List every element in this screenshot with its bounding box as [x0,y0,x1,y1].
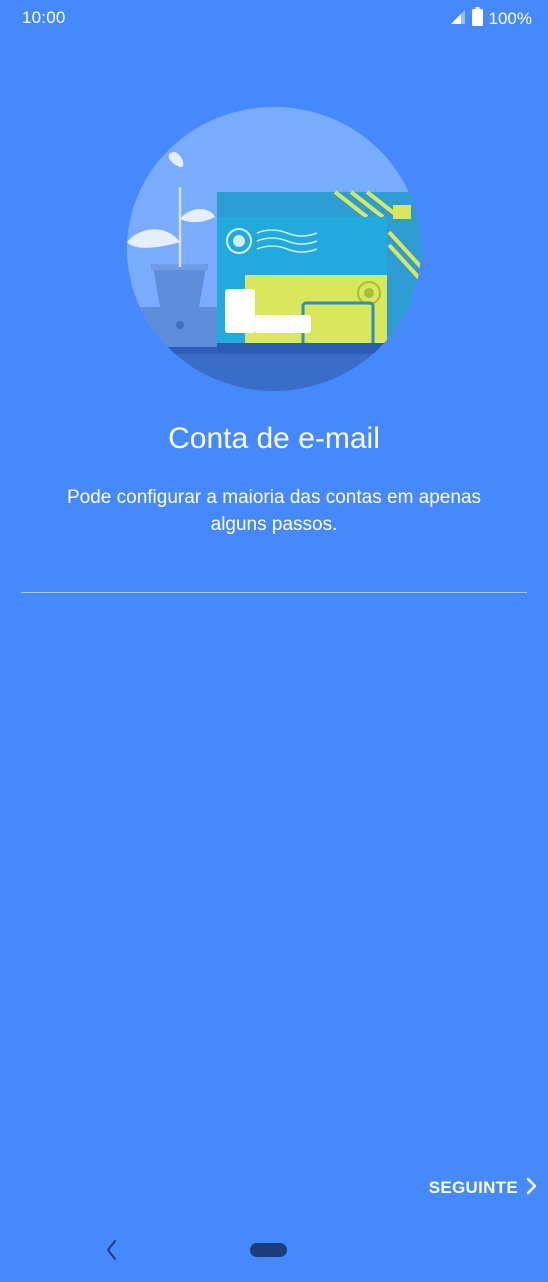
email-envelope-illustration [127,107,421,391]
status-time: 10:00 [22,8,66,27]
status-bar: 10:00 100% [0,0,548,34]
chevron-right-icon [526,1177,538,1200]
home-pill-icon[interactable] [250,1243,287,1257]
battery-percentage: 100% [488,9,532,28]
page-subtitle: Pode configurar a maioria das contas em … [66,487,482,535]
back-icon[interactable] [100,1236,124,1264]
page-title: Conta de e-mail [168,422,380,455]
status-right: 100% [450,7,532,31]
divider [21,592,527,593]
battery-icon [471,7,483,31]
next-button-label: SEGUINTE [428,1178,518,1197]
signal-icon [450,9,466,30]
next-button[interactable]: SEGUINTE [429,1172,538,1204]
